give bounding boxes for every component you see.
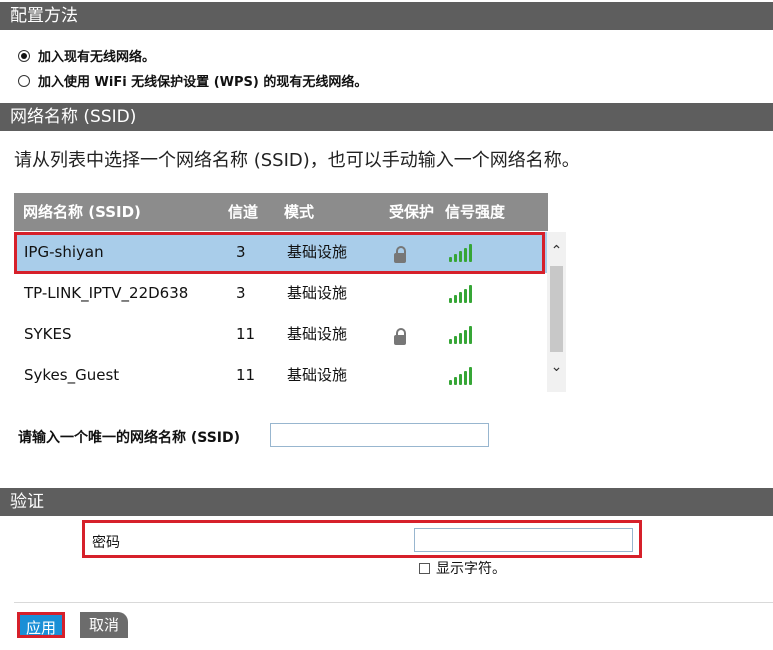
- ssid-cell: Sykes_Guest: [24, 366, 120, 384]
- ssid-cell: SYKES: [24, 325, 72, 343]
- radio-join-existing[interactable]: 加入现有无线网络。: [18, 46, 155, 65]
- table-row[interactable]: Sykes_Guest 11 基础设施: [14, 355, 548, 393]
- signal-strength-icon: [449, 324, 472, 344]
- channel-cell: 11: [236, 366, 256, 384]
- signal-strength-icon: [449, 365, 472, 385]
- selected-network-highlight: [14, 232, 545, 274]
- manual-ssid-label: 请输入一个唯一的网络名称 (SSID): [18, 430, 241, 446]
- column-header-channel: 信道: [228, 203, 259, 221]
- network-table: 网络名称 (SSID) 信道 模式 受保护 信号强度 IPG-shiyan 3 …: [14, 193, 548, 393]
- cancel-button[interactable]: 取消: [80, 612, 128, 638]
- ssid-intro-text: 请从列表中选择一个网络名称 (SSID)，也可以手动输入一个网络名称。: [14, 150, 580, 171]
- chevron-up-icon[interactable]: ⌃: [547, 240, 566, 262]
- config-method-header: 配置方法: [0, 2, 773, 30]
- ssid-section-header: 网络名称 (SSID): [0, 103, 773, 131]
- password-label: 密码: [92, 535, 120, 551]
- auth-section-header: 验证: [0, 488, 773, 516]
- column-header-protected: 受保护: [389, 203, 435, 221]
- signal-strength-icon: [449, 283, 472, 303]
- password-input[interactable]: [414, 528, 633, 552]
- mode-cell: 基础设施: [287, 325, 348, 343]
- table-header: 网络名称 (SSID) 信道 模式 受保护 信号强度: [14, 193, 548, 231]
- divider: [14, 602, 773, 603]
- mode-cell: 基础设施: [287, 284, 348, 302]
- channel-cell: 11: [236, 325, 256, 343]
- show-characters-label: 显示字符。: [436, 561, 506, 577]
- mode-cell: 基础设施: [287, 366, 348, 384]
- column-header-mode: 模式: [284, 203, 315, 221]
- network-list-scrollbar[interactable]: ⌃ ⌄: [547, 232, 566, 392]
- table-row[interactable]: SYKES 11 基础设施: [14, 314, 548, 355]
- chevron-down-icon[interactable]: ⌄: [547, 356, 566, 378]
- lock-icon: [394, 328, 406, 345]
- radio-join-wps[interactable]: 加入使用 WiFi 无线保护设置 (WPS) 的现有无线网络。: [18, 71, 367, 90]
- scrollbar-thumb[interactable]: [550, 266, 563, 352]
- channel-cell: 3: [236, 284, 246, 302]
- radio-button-checked[interactable]: [18, 49, 30, 62]
- column-header-signal: 信号强度: [445, 203, 506, 221]
- manual-ssid-input[interactable]: [270, 423, 489, 447]
- apply-button[interactable]: 应用: [17, 612, 65, 638]
- ssid-cell: TP-LINK_IPTV_22D638: [24, 284, 189, 302]
- show-characters-checkbox[interactable]: [419, 562, 430, 574]
- show-characters-option[interactable]: 显示字符。: [419, 558, 506, 578]
- column-header-ssid: 网络名称 (SSID): [23, 203, 141, 221]
- table-row[interactable]: TP-LINK_IPTV_22D638 3 基础设施: [14, 273, 548, 314]
- radio-label: 加入现有无线网络。: [38, 50, 156, 65]
- radio-label: 加入使用 WiFi 无线保护设置 (WPS) 的现有无线网络。: [38, 75, 368, 90]
- radio-button-unchecked[interactable]: [18, 74, 30, 87]
